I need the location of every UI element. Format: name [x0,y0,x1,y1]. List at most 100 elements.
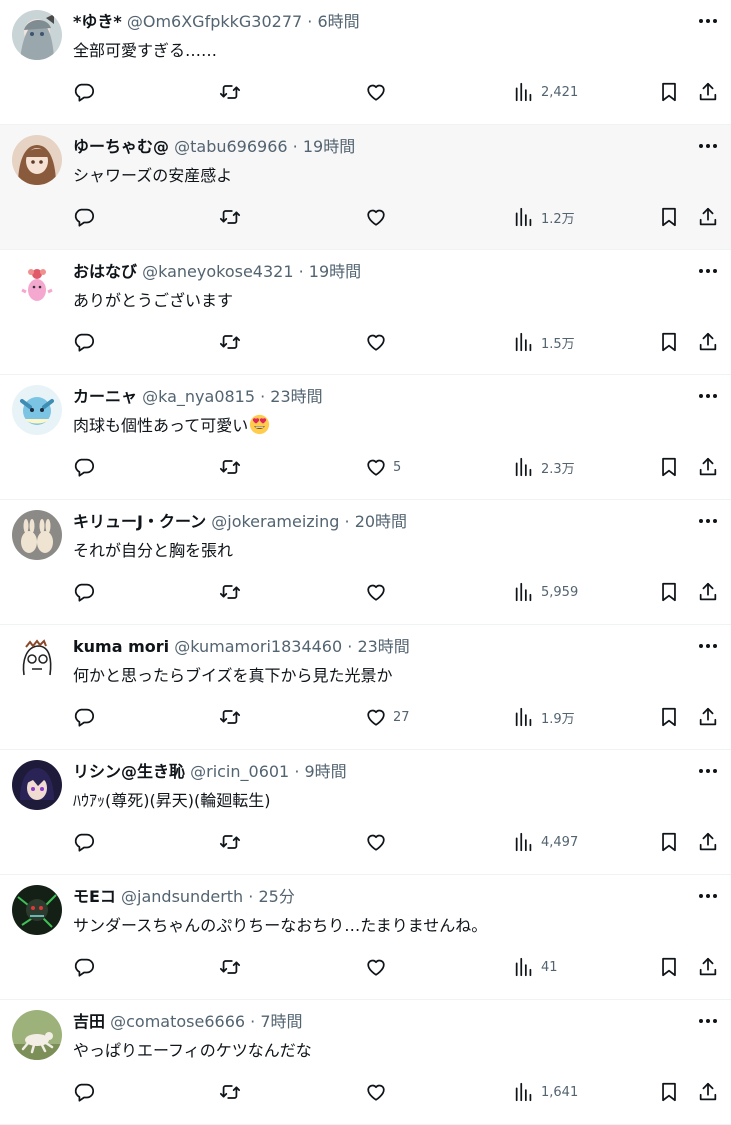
views-button[interactable]: 1,641 [513,1077,578,1107]
reply-button[interactable] [73,577,95,607]
timestamp[interactable]: 19時間 [309,262,361,281]
tweet[interactable]: ゆーちゃむ@ @tabu696966 · 19時間 シャワーズの安産感よ 1.2… [0,125,731,250]
share-button[interactable] [697,702,719,732]
like-button[interactable] [365,952,393,982]
avatar-anime-girl-gray[interactable] [12,10,62,60]
bookmark-button[interactable] [658,952,680,982]
more-icon[interactable] [697,385,719,407]
user-handle[interactable]: @kaneyokose4321 [142,262,293,281]
user-handle[interactable]: @kumamori1834460 [174,637,342,656]
tweet[interactable]: リシン@生き恥 @ricin_0601 · 9時間 ﾊｳｱｯ(尊死)(昇天)(輪… [0,750,731,875]
views-button[interactable]: 2,421 [513,77,578,107]
share-button[interactable] [697,952,719,982]
share-button[interactable] [697,1077,719,1107]
tweet[interactable]: kuma mori @kumamori1834460 · 23時間 何かと思った… [0,625,731,750]
display-name[interactable]: *ゆき* [73,12,122,31]
user-handle[interactable]: @comatose6666 [110,1012,245,1031]
avatar-anime-girl-brown[interactable] [12,135,62,185]
retweet-button[interactable] [219,202,241,232]
more-icon[interactable] [697,135,719,157]
display-name[interactable]: キリューJ・クーン [73,512,206,531]
share-button[interactable] [697,327,719,357]
bookmark-button[interactable] [658,827,680,857]
views-button[interactable]: 5,959 [513,577,578,607]
display-name[interactable]: ゆーちゃむ@ [73,137,169,156]
timestamp[interactable]: 25分 [258,887,294,906]
avatar-meme-face[interactable] [12,635,62,685]
share-button[interactable] [697,77,719,107]
avatar-vaporeon[interactable] [12,385,62,435]
tweet[interactable]: カーニャ @ka_nya0815 · 23時間 肉球も個性あって可愛い 5 2.… [0,375,731,500]
views-button[interactable]: 41 [513,952,558,982]
retweet-button[interactable] [219,952,241,982]
tweet[interactable]: おはなび @kaneyokose4321 · 19時間 ありがとうございます 1… [0,250,731,375]
display-name[interactable]: モEコ [73,887,116,906]
like-button[interactable] [365,827,393,857]
bookmark-button[interactable] [658,77,680,107]
more-icon[interactable] [697,885,719,907]
timestamp[interactable]: 7時間 [260,1012,302,1031]
reply-button[interactable] [73,952,95,982]
user-handle[interactable]: @ka_nya0815 [142,387,255,406]
bookmark-button[interactable] [658,452,680,482]
views-button[interactable]: 1.9万 [513,702,575,732]
timestamp[interactable]: 23時間 [357,637,409,656]
views-button[interactable]: 4,497 [513,827,578,857]
tweet[interactable]: 吉田 @comatose6666 · 7時間 やっぱりエーフィのケツなんだな 1… [0,1000,731,1125]
retweet-button[interactable] [219,827,241,857]
display-name[interactable]: 吉田 [73,1012,105,1031]
like-button[interactable] [365,577,393,607]
views-button[interactable]: 2.3万 [513,452,575,482]
timestamp[interactable]: 20時間 [355,512,407,531]
retweet-button[interactable] [219,702,241,732]
bookmark-button[interactable] [658,1077,680,1107]
more-icon[interactable] [697,260,719,282]
timestamp[interactable]: 6時間 [317,12,359,31]
views-button[interactable]: 1.5万 [513,327,575,357]
tweet[interactable]: キリューJ・クーン @jokerameizing · 20時間 それが自分と胸を… [0,500,731,625]
more-icon[interactable] [697,760,719,782]
avatar-pink-character[interactable] [12,260,62,310]
retweet-button[interactable] [219,1077,241,1107]
timestamp[interactable]: 19時間 [303,137,355,156]
user-handle[interactable]: @Om6XGfpkkG30277 [127,12,302,31]
reply-button[interactable] [73,452,95,482]
avatar-plush-rabbits[interactable] [12,510,62,560]
more-icon[interactable] [697,10,719,32]
share-button[interactable] [697,577,719,607]
avatar-dark-creature[interactable] [12,885,62,935]
display-name[interactable]: リシン@生き恥 [73,762,185,781]
display-name[interactable]: おはなび [73,262,137,281]
bookmark-button[interactable] [658,202,680,232]
reply-button[interactable] [73,1077,95,1107]
reply-button[interactable] [73,702,95,732]
like-button[interactable]: 5 [365,452,401,482]
like-button[interactable] [365,202,393,232]
more-icon[interactable] [697,635,719,657]
like-button[interactable] [365,327,393,357]
retweet-button[interactable] [219,452,241,482]
user-handle[interactable]: @tabu696966 [174,137,287,156]
views-button[interactable]: 1.2万 [513,202,575,232]
like-button[interactable] [365,77,393,107]
retweet-button[interactable] [219,327,241,357]
reply-button[interactable] [73,327,95,357]
bookmark-button[interactable] [658,702,680,732]
share-button[interactable] [697,202,719,232]
user-handle[interactable]: @jokerameizing [211,512,339,531]
user-handle[interactable]: @ricin_0601 [190,762,289,781]
user-handle[interactable]: @jandsunderth [121,887,243,906]
avatar-anime-boy-purple[interactable] [12,760,62,810]
retweet-button[interactable] [219,577,241,607]
display-name[interactable]: カーニャ [73,387,137,406]
reply-button[interactable] [73,202,95,232]
like-button[interactable] [365,1077,393,1107]
tweet[interactable]: *ゆき* @Om6XGfpkkG30277 · 6時間 全部可愛すぎる…… 2,… [0,0,731,125]
share-button[interactable] [697,452,719,482]
reply-button[interactable] [73,827,95,857]
tweet[interactable]: モEコ @jandsunderth · 25分 サンダースちゃんのぷりちーなおち… [0,875,731,1000]
share-button[interactable] [697,827,719,857]
bookmark-button[interactable] [658,327,680,357]
timestamp[interactable]: 23時間 [270,387,322,406]
reply-button[interactable] [73,77,95,107]
